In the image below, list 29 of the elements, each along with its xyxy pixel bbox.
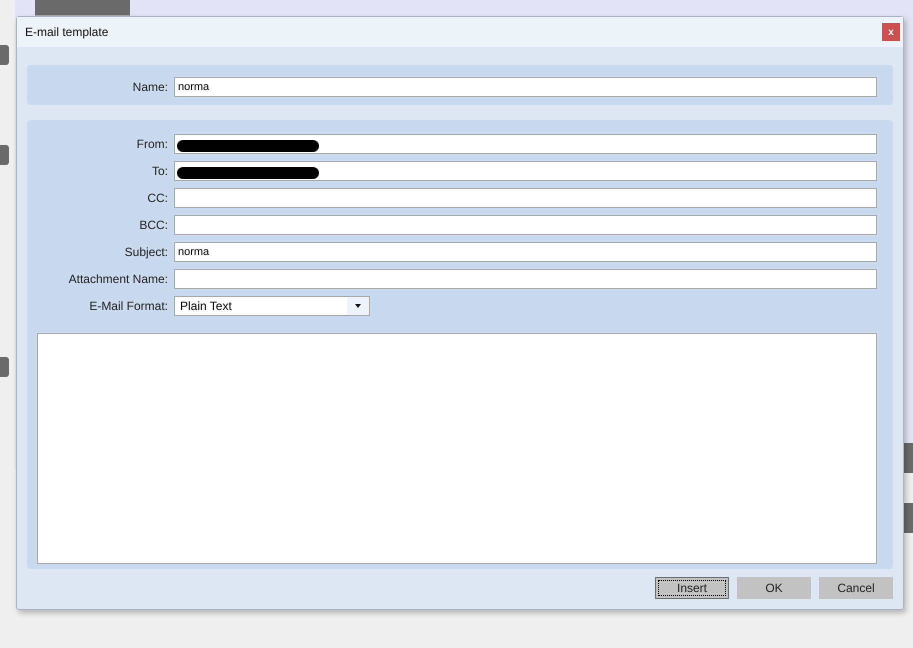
message-body-field[interactable] <box>37 333 877 564</box>
field-label: Attachment Name: <box>68 272 168 286</box>
format-dropdown[interactable]: Plain Text <box>174 296 370 316</box>
input-field[interactable]: norma <box>174 77 877 97</box>
side-tab[interactable] <box>0 145 9 165</box>
input-field[interactable] <box>174 161 877 181</box>
input-field[interactable] <box>174 269 877 289</box>
input-field[interactable] <box>174 215 877 235</box>
field-label: CC: <box>146 191 168 205</box>
field-label: Subject: <box>124 245 168 259</box>
field-label: From: <box>136 137 168 151</box>
dialog-title: E-mail template <box>25 25 108 39</box>
field-label: To: <box>150 164 168 178</box>
dialog-button[interactable]: Insert <box>655 577 729 599</box>
close-button[interactable]: x <box>882 23 900 41</box>
input-field[interactable]: norma <box>174 242 877 262</box>
input-field[interactable] <box>174 188 877 208</box>
side-tab[interactable] <box>903 503 913 533</box>
side-tab[interactable] <box>0 45 9 65</box>
side-tab[interactable] <box>0 357 9 377</box>
input-field[interactable] <box>174 134 877 154</box>
field-label: E-Mail Format: <box>88 299 168 313</box>
field-label: Name: <box>132 80 168 94</box>
field-label: BCC: <box>138 218 168 232</box>
dialog-button[interactable]: OK <box>737 577 811 599</box>
dialog-button[interactable]: Cancel <box>819 577 893 599</box>
caret-icon <box>355 304 361 308</box>
start-button[interactable] <box>35 0 130 16</box>
side-tab[interactable] <box>903 443 913 473</box>
